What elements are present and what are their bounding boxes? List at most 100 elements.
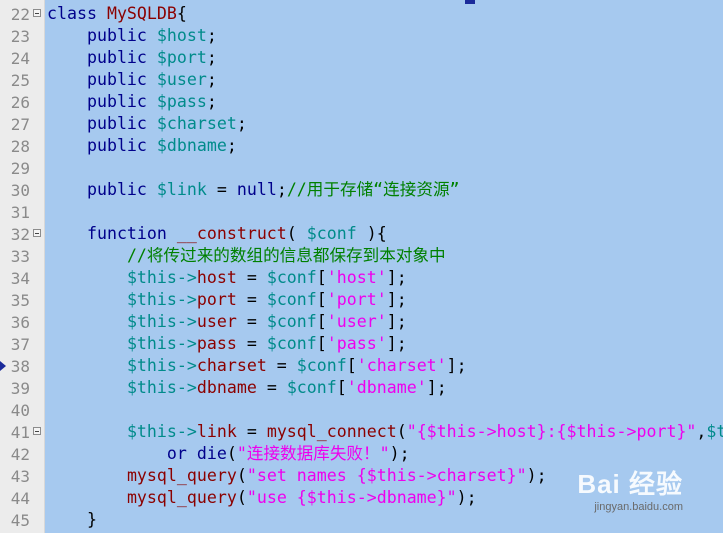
line-number: 24	[10, 49, 30, 68]
code-token: $conf	[266, 290, 317, 309]
code-text: $this->dbname = $conf['dbname'];	[47, 377, 447, 399]
code-token: MySQLDB	[106, 4, 177, 23]
line-number: 26	[10, 93, 30, 112]
code-text: $this->link = mysql_connect("{$this->hos…	[47, 421, 723, 443]
code-token: ){	[356, 224, 387, 243]
code-line[interactable]: 30 public $link = null;//用于存储“连接资源”	[0, 179, 723, 201]
code-line[interactable]: 27 public $charset;	[0, 113, 723, 135]
code-text: }	[47, 509, 97, 531]
code-line[interactable]: 24 public $port;	[0, 47, 723, 69]
code-text: $this->user = $conf['user'];	[47, 311, 407, 333]
code-token: ;	[236, 114, 247, 133]
code-text: public $charset;	[47, 113, 247, 135]
code-token: [	[346, 356, 357, 375]
code-text: public $port;	[47, 47, 217, 69]
code-token: //用于存储“连接资源”	[286, 180, 460, 199]
code-line[interactable]: 42 or die("连接数据库失败！");	[0, 443, 723, 465]
code-text: $this->charset = $conf['charset'];	[47, 355, 467, 377]
code-token: [	[336, 378, 347, 397]
code-token: public	[86, 92, 157, 111]
fold-toggle-icon[interactable]	[33, 427, 41, 435]
code-token: =	[256, 378, 287, 397]
code-token: 'user'	[326, 312, 387, 331]
code-text: public $host;	[47, 25, 217, 47]
code-line[interactable]: 32 function __construct( $conf ){	[0, 223, 723, 245]
code-line[interactable]: 22 class MySQLDB{	[0, 3, 723, 25]
code-token: 'pass'	[326, 334, 387, 353]
code-line[interactable]: 34 $this->host = $conf['host'];	[0, 267, 723, 289]
line-number: 34	[10, 269, 30, 288]
watermark-url: jingyan.baidu.com	[594, 501, 683, 513]
code-token: ];	[426, 378, 447, 397]
code-token: or	[166, 444, 197, 463]
code-line[interactable]: 29	[0, 157, 723, 179]
code-line[interactable]: 33 //将传过来的数组的信息都保存到本对象中	[0, 245, 723, 267]
code-token: 'charset'	[356, 356, 447, 375]
code-line[interactable]: 31	[0, 201, 723, 223]
code-token: );	[526, 466, 547, 485]
code-token: ];	[386, 312, 407, 331]
code-line[interactable]: 41 $this->link = mysql_connect("{$this->…	[0, 421, 723, 443]
code-line[interactable]: 25 public $user;	[0, 69, 723, 91]
code-token: function	[86, 224, 177, 243]
code-token: =	[236, 422, 267, 441]
code-token: (	[226, 444, 237, 463]
code-token: ;	[226, 136, 237, 155]
code-token: $dbname	[156, 136, 227, 155]
code-token: ];	[386, 290, 407, 309]
code-token: }	[47, 510, 97, 529]
code-text: $this->host = $conf['host'];	[47, 267, 407, 289]
code-token: =	[236, 312, 267, 331]
code-token: [	[316, 334, 327, 353]
code-text: or die("连接数据库失败！");	[47, 443, 410, 465]
code-token: //将传过来的数组的信息都保存到本对象中	[126, 246, 446, 265]
code-token: null	[236, 180, 277, 199]
line-number: 45	[10, 511, 30, 530]
code-line[interactable]: 28 public $dbname;	[0, 135, 723, 157]
code-token: die	[196, 444, 227, 463]
line-number: 37	[10, 335, 30, 354]
code-token: (	[236, 466, 247, 485]
code-token: $port	[156, 48, 207, 67]
code-token: $pass	[156, 92, 207, 111]
code-line[interactable]: 26 public $pass;	[0, 91, 723, 113]
code-line[interactable]: 35 $this->port = $conf['port'];	[0, 289, 723, 311]
code-line[interactable]: 37 $this->pass = $conf['pass'];	[0, 333, 723, 355]
fold-toggle-icon[interactable]	[33, 9, 41, 17]
code-token: mysql_query	[126, 488, 237, 507]
code-token: (	[396, 422, 407, 441]
code-token: $this->	[126, 334, 197, 353]
code-token: $conf	[286, 378, 337, 397]
code-text: public $link = null;//用于存储“连接资源”	[47, 179, 460, 201]
code-token: public	[86, 26, 157, 45]
code-line[interactable]: 40	[0, 399, 723, 421]
code-line[interactable]: 38 $this->charset = $conf['charset'];	[0, 355, 723, 377]
code-line[interactable]: 39 $this->dbname = $conf['dbname'];	[0, 377, 723, 399]
code-token: $this->	[126, 290, 197, 309]
code-token: mysql_query	[126, 466, 237, 485]
code-token: public	[86, 70, 157, 89]
code-line[interactable]: 23 public $host;	[0, 25, 723, 47]
line-number: 43	[10, 467, 30, 486]
code-editor[interactable]: 22 class MySQLDB{23 public $host; 24 publi…	[0, 3, 723, 531]
code-token: 'port'	[326, 290, 387, 309]
code-token: public	[86, 48, 157, 67]
line-number: 32	[10, 225, 30, 244]
code-line[interactable]: 36 $this->user = $conf['user'];	[0, 311, 723, 333]
code-text: $this->port = $conf['port'];	[47, 289, 407, 311]
code-token: $charset	[156, 114, 237, 133]
code-token: =	[236, 268, 267, 287]
code-token: =	[236, 290, 267, 309]
code-token: dbname	[196, 378, 257, 397]
fold-toggle-icon[interactable]	[33, 229, 41, 237]
code-token: ;	[206, 48, 217, 67]
code-token: $conf	[306, 224, 357, 243]
